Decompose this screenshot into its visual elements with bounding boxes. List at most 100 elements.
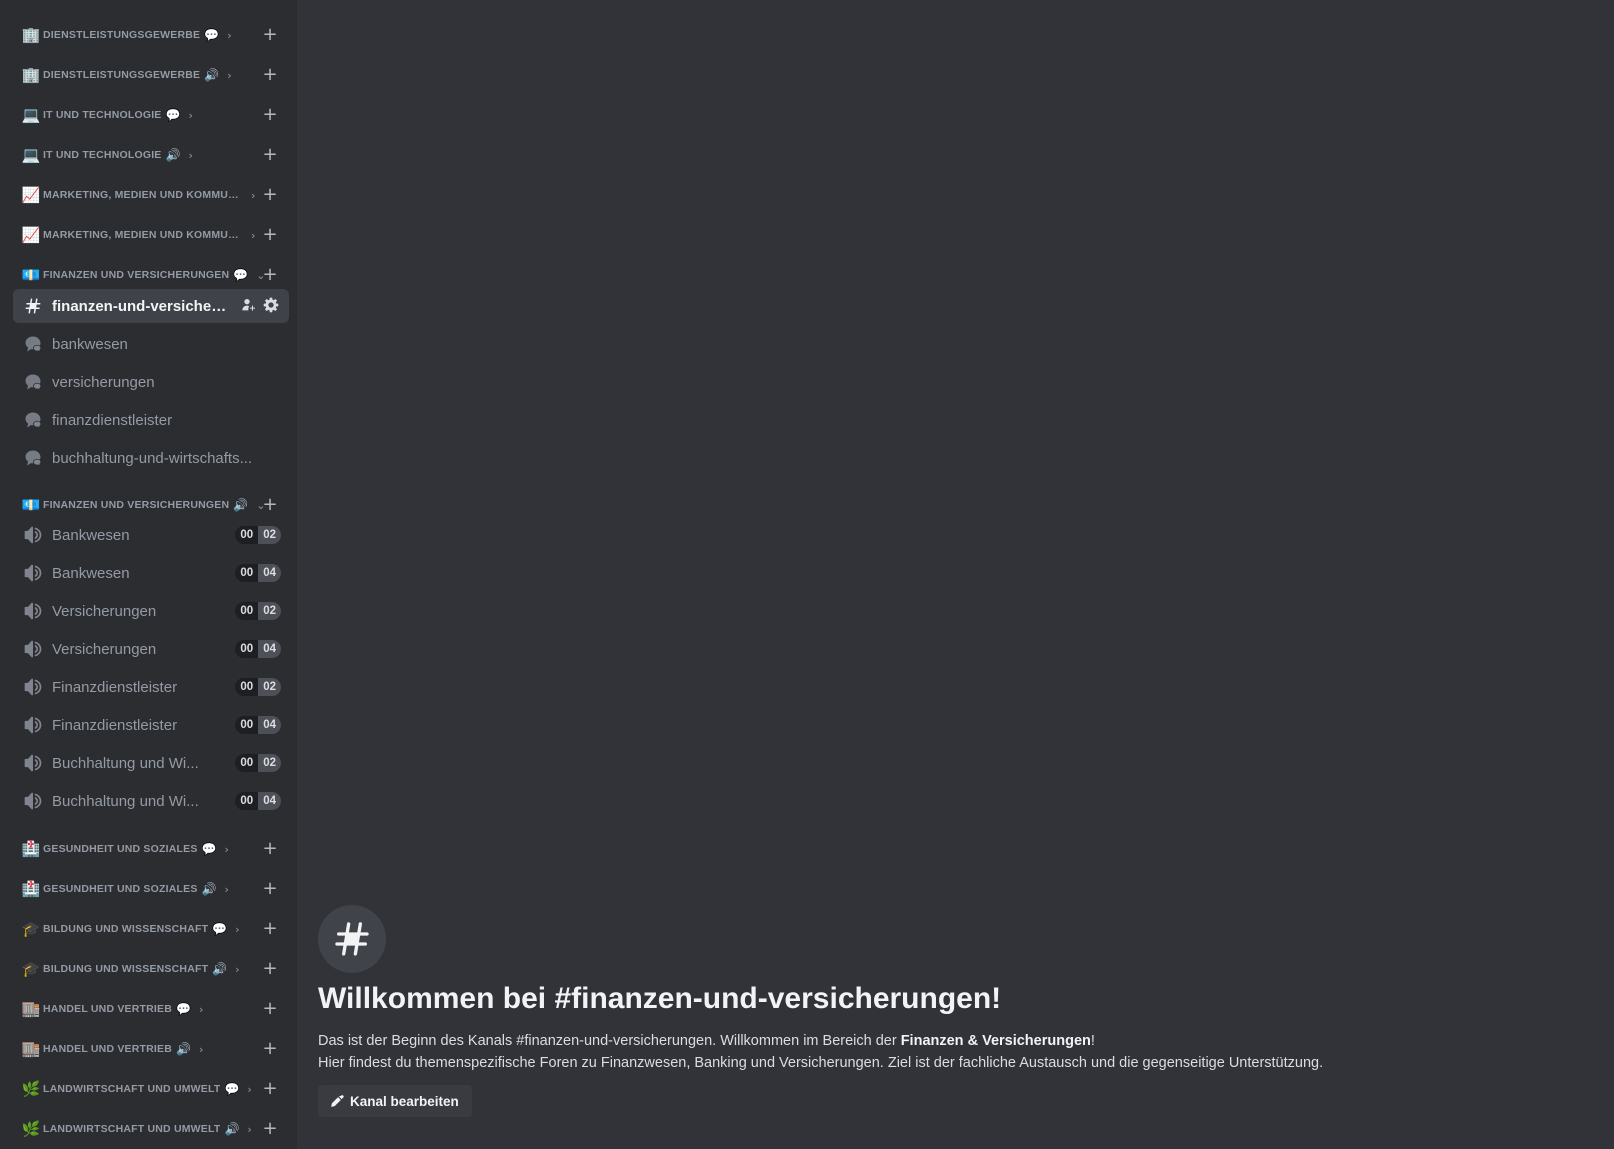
channel-item-active[interactable]: finanzen-und-versicher...	[13, 289, 289, 323]
category-bottom-0[interactable]: 🏥 Gesundheit und Soziales 💬 › +	[0, 829, 297, 869]
welcome-description: Das ist der Beginn des Kanals #finanzen-…	[318, 1030, 1323, 1074]
forum-channel-item[interactable]: finanzdienstleister	[13, 403, 289, 437]
category-name: Landwirtschaft und Umwelt	[43, 1083, 221, 1095]
add-channel-plus-icon[interactable]: +	[260, 1119, 280, 1139]
forum-channel-item[interactable]: versicherungen	[13, 365, 289, 399]
add-channel-plus-icon[interactable]: +	[260, 25, 280, 45]
category-bottom-3[interactable]: 🎓 Bildung und Wissenschaft 🔊 › +	[0, 949, 297, 989]
category-name: Finanzen und Versicherungen	[43, 499, 230, 511]
category-emoji-icon: 🎓	[21, 959, 41, 978]
add-channel-plus-icon[interactable]: +	[260, 1039, 280, 1059]
user-limit: 02	[258, 678, 281, 696]
pencil-icon	[331, 1095, 344, 1107]
forum-icon	[23, 372, 43, 392]
welcome-line-1-text: Das ist der Beginn des Kanals #finanzen-…	[318, 1033, 901, 1049]
voice-channel-item[interactable]: Finanzdienstleister 00 02	[13, 670, 289, 704]
user-count: 00	[235, 640, 259, 658]
chevron-right-icon: ›	[224, 882, 229, 896]
category-top-0[interactable]: 🏢 Dienstleistungsgewerbe 💬 › +	[0, 15, 297, 55]
voice-channel-item[interactable]: Buchhaltung und Wi... 00 04	[13, 784, 289, 818]
speaker-icon	[23, 525, 43, 545]
chevron-right-icon: ›	[188, 108, 193, 122]
category-top-1[interactable]: 🏢 Dienstleistungsgewerbe 🔊 › +	[0, 55, 297, 95]
user-count: 00	[235, 602, 259, 620]
add-channel-plus-icon[interactable]: +	[260, 185, 280, 205]
add-channel-plus-icon[interactable]: +	[260, 1079, 280, 1099]
category-emoji-icon: 📈	[21, 185, 41, 204]
user-limit-badge: 00 02	[235, 602, 281, 620]
forum-channel-item[interactable]: bankwesen	[13, 327, 289, 361]
chevron-right-icon: ›	[224, 842, 229, 856]
channel-name: versicherungen	[52, 373, 155, 391]
chevron-right-icon: ›	[198, 1042, 204, 1056]
voice-channel-item[interactable]: Bankwesen 00 02	[13, 518, 289, 552]
add-channel-plus-icon[interactable]: +	[260, 919, 280, 939]
category-bottom-2[interactable]: 🎓 Bildung und Wissenschaft 💬 › +	[0, 909, 297, 949]
category-emoji-icon: 🎓	[21, 919, 41, 938]
user-limit-badge: 00 04	[235, 716, 281, 734]
add-channel-plus-icon[interactable]: +	[260, 65, 280, 85]
category-top-4[interactable]: 📈 Marketing, Medien und Kommuni... › +	[0, 175, 297, 215]
add-channel-plus-icon[interactable]: +	[260, 999, 280, 1019]
voice-channel-item[interactable]: Bankwesen 00 04	[13, 556, 289, 590]
add-channel-plus-icon[interactable]: +	[260, 0, 280, 5]
user-count: 00	[235, 564, 259, 582]
category-emoji-icon: 💻	[21, 145, 41, 164]
user-limit-badge: 00 02	[235, 678, 281, 696]
category-name: Marketing, Medien und Kommuni...	[43, 189, 243, 201]
text-channel-hash-icon	[23, 296, 43, 316]
add-channel-plus-icon[interactable]: +	[260, 959, 280, 979]
user-count: 00	[235, 792, 259, 810]
category-bottom-7[interactable]: 🌿 Landwirtschaft und Umwelt 🔊 › +	[0, 1109, 297, 1149]
category-bottom-5[interactable]: 🏬 Handel und Vertrieb 🔊 › +	[0, 1029, 297, 1069]
category-name: Finanzen und Versicherungen	[43, 269, 230, 281]
chevron-right-icon: ›	[235, 962, 240, 976]
add-channel-plus-icon[interactable]: +	[260, 879, 280, 899]
speaker-icon: 🔊	[212, 962, 228, 976]
voice-channel-item[interactable]: Versicherungen 00 02	[13, 594, 289, 628]
chevron-right-icon: ›	[188, 148, 193, 162]
add-channel-plus-icon[interactable]: +	[260, 839, 280, 859]
category-bottom-6[interactable]: 🌿 Landwirtschaft und Umwelt 💬 › +	[0, 1069, 297, 1109]
gear-icon[interactable]	[263, 297, 279, 318]
speaker-icon: 🔊	[204, 68, 220, 82]
add-channel-plus-icon[interactable]: +	[260, 145, 280, 165]
chevron-right-icon: ›	[251, 188, 256, 202]
user-count: 00	[235, 716, 259, 734]
edit-channel-button[interactable]: Kanal bearbeiten	[318, 1085, 472, 1117]
speaker-icon: 🔊	[201, 882, 217, 896]
invite-member-icon[interactable]	[241, 297, 257, 318]
speech-bubble-icon: 💬	[201, 842, 217, 856]
category-name: Landwirtschaft und Umwelt	[43, 1123, 221, 1135]
category-bottom-4[interactable]: 🏬 Handel und Vertrieb 💬 › +	[0, 989, 297, 1029]
voice-channel-item[interactable]: Finanzdienstleister 00 04	[13, 708, 289, 742]
channel-name: finanzdienstleister	[52, 411, 173, 429]
add-channel-plus-icon[interactable]: +	[260, 265, 280, 285]
speaker-icon: 🔊	[176, 1042, 191, 1056]
category-top-5[interactable]: 📈 Marketing, Medien und Kommuni... › +	[0, 215, 297, 255]
user-limit: 04	[258, 716, 281, 734]
category-name: Dienstleistungsgewerbe	[43, 69, 201, 81]
forum-channel-item[interactable]: buchhaltung-und-wirtschafts...	[13, 441, 289, 475]
category-emoji-icon: 🌿	[21, 1119, 41, 1138]
add-channel-plus-icon[interactable]: +	[260, 105, 280, 125]
category-top-2[interactable]: 💻 IT und Technologie 💬 › +	[0, 95, 297, 135]
speaker-icon	[23, 601, 43, 621]
channel-hash-icon	[318, 905, 386, 973]
category-clipped[interactable]: +	[0, 0, 297, 15]
category-emoji-icon: 🌿	[21, 1079, 41, 1098]
add-channel-plus-icon[interactable]: +	[260, 225, 280, 245]
channel-name: Bankwesen	[52, 526, 130, 544]
category-emoji-icon: 🏥	[21, 839, 41, 858]
user-limit: 02	[258, 602, 281, 620]
category-emoji-icon: 🏢	[21, 25, 41, 44]
category-top-3[interactable]: 💻 IT und Technologie 🔊 › +	[0, 135, 297, 175]
category-bottom-1[interactable]: 🏥 Gesundheit und Soziales 🔊 › +	[0, 869, 297, 909]
voice-channel-item[interactable]: Buchhaltung und Wi... 00 02	[13, 746, 289, 780]
user-limit: 04	[258, 792, 281, 810]
channel-name: Buchhaltung und Wi...	[52, 792, 199, 810]
add-channel-plus-icon[interactable]: +	[260, 495, 280, 515]
chevron-right-icon: ›	[235, 922, 240, 936]
voice-channel-item[interactable]: Versicherungen 00 04	[13, 632, 289, 666]
category-name: Handel und Vertrieb	[43, 1003, 173, 1015]
